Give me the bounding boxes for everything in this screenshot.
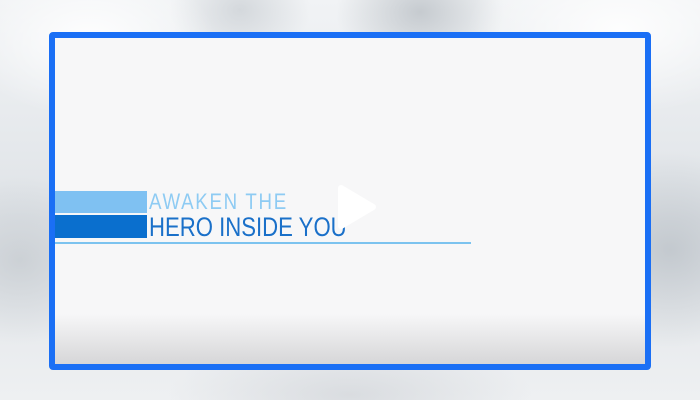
play-button[interactable] xyxy=(332,182,380,232)
tagline-top: AWAKEN THE xyxy=(149,189,288,214)
accent-bar-light xyxy=(55,191,147,213)
video-player[interactable]: AWAKEN THE HERO INSIDE YOU xyxy=(49,32,651,370)
tagline-bottom: HERO INSIDE YOU xyxy=(149,212,347,242)
accent-bar-dark xyxy=(55,215,147,238)
tagline-underline xyxy=(55,242,471,244)
play-icon xyxy=(338,185,376,229)
video-bottom-fade xyxy=(55,314,645,364)
